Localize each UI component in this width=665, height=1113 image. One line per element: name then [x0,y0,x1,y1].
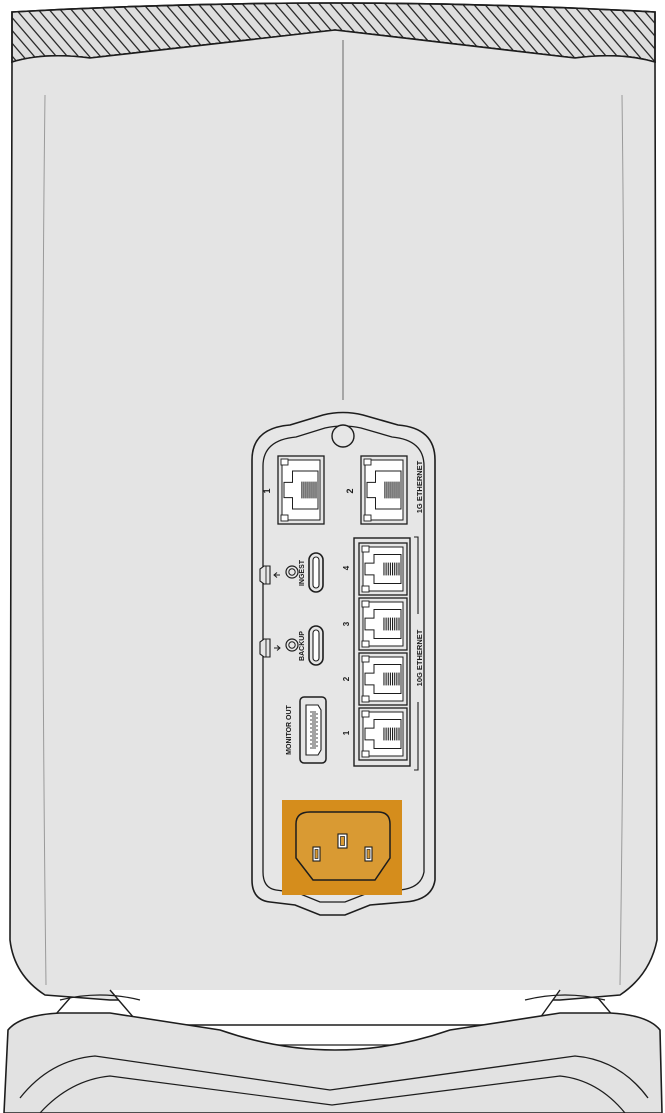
ethernet-10g-port-3[interactable] [358,597,408,651]
device-rear-diagram: 1 2 1G ETHERNET INGEST BACKUP MONITOR OU… [3,2,663,1113]
port-1g-2-label: 2 [345,488,355,493]
ingest-label: INGEST [299,559,306,586]
backup-label: BACKUP [299,631,306,661]
ethernet-10g-port-2[interactable] [358,652,408,706]
group-10g-label: 10G ETHERNET [415,629,424,686]
ingest-usbc-port[interactable] [308,552,324,593]
ethernet-1g-port-1[interactable] [277,455,325,525]
ethernet-10g-port-1[interactable] [358,707,408,761]
port-10g-3-label: 3 [342,621,351,626]
ethernet-1g-port-2[interactable] [360,455,408,525]
monitor-out-label: MONITOR OUT [286,704,293,754]
port-10g-2-label: 2 [342,676,351,681]
port-10g-4-label: 4 [342,565,351,570]
tower-stand [3,989,663,1113]
iec-power-inlet-icon[interactable] [282,800,402,895]
mounting-screw-icon [331,424,355,448]
port-10g-1-label: 1 [342,730,351,735]
port-1g-1-label: 1 [262,488,272,493]
ingest-status-led [285,565,299,579]
backup-usbc-port[interactable] [308,625,324,666]
ethernet-10g-port-4[interactable] [358,542,408,596]
hdmi-port-icon[interactable] [299,696,327,764]
backup-status-led [285,638,299,652]
group-1g-label: 1G ETHERNET [415,460,424,513]
ethernet-10g-stack [353,537,411,767]
